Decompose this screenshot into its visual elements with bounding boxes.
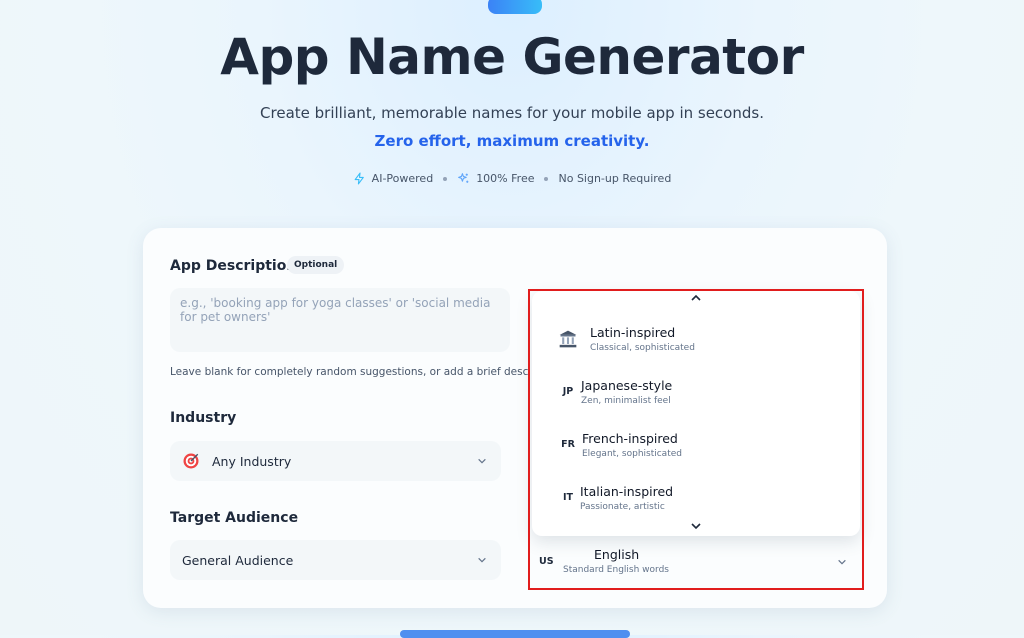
language-name: English xyxy=(594,547,640,562)
subtitle-accent: Zero effort, maximum creativity. xyxy=(374,132,650,150)
scroll-down-icon[interactable] xyxy=(688,520,704,532)
feature-label: 100% Free xyxy=(476,172,535,185)
option-name: French-inspired xyxy=(582,431,678,446)
classical-building-icon xyxy=(559,330,577,348)
language-option-italian[interactable]: IT Italian-inspired Passionate, artistic xyxy=(556,480,846,520)
option-name: Italian-inspired xyxy=(580,484,674,499)
language-dropdown: Latin-inspired Classical, sophisticated … xyxy=(532,291,860,536)
option-code: IT xyxy=(562,492,573,503)
app-description-label: App Description xyxy=(170,258,297,274)
language-desc: Standard English words xyxy=(563,565,669,575)
lightning-icon xyxy=(354,172,364,185)
option-desc: Classical, sophisticated xyxy=(590,343,695,353)
optional-badge: Optional xyxy=(287,256,345,274)
option-code: JP xyxy=(562,386,574,397)
page-title: App Name Generator xyxy=(220,28,804,86)
separator-dot xyxy=(443,176,448,181)
feature-list: AI-Powered 100% Free No Sign-up Required xyxy=(0,172,1024,185)
target-audience-select[interactable]: General Audience xyxy=(170,540,501,580)
language-option-french[interactable]: FR French-inspired Elegant, sophisticate… xyxy=(556,427,846,467)
language-select[interactable]: US English Standard English words xyxy=(529,540,862,588)
option-desc: Passionate, artistic xyxy=(580,502,665,512)
target-icon xyxy=(183,453,199,469)
chevron-down-icon xyxy=(838,559,846,565)
option-desc: Elegant, sophisticated xyxy=(582,449,682,459)
target-audience-label: Target Audience xyxy=(170,510,299,526)
description-hint: Leave blank for completely random sugges… xyxy=(170,366,528,378)
separator-dot xyxy=(544,176,549,181)
feature-no-signup: No Sign-up Required xyxy=(558,172,671,185)
option-name: Latin-inspired xyxy=(590,325,676,340)
industry-label: Industry xyxy=(170,410,237,426)
industry-select[interactable]: Any Industry xyxy=(170,441,501,481)
feature-free: 100% Free xyxy=(457,172,534,185)
option-desc: Zen, minimalist feel xyxy=(581,396,671,406)
industry-value: Any Industry xyxy=(212,453,292,469)
feature-label: No Sign-up Required xyxy=(558,172,672,185)
option-name: Japanese-style xyxy=(581,378,673,393)
language-code: US xyxy=(539,556,554,567)
app-description-input[interactable] xyxy=(170,288,510,352)
top-accent-tab xyxy=(488,0,542,14)
option-code: FR xyxy=(561,439,575,450)
audience-value: General Audience xyxy=(182,552,294,568)
sparkle-icon xyxy=(458,173,469,183)
language-option-latin[interactable]: Latin-inspired Classical, sophisticated xyxy=(556,321,846,361)
subtitle-text: Create brilliant, memorable names for yo… xyxy=(260,104,764,122)
language-option-japanese[interactable]: JP Japanese-style Zen, minimalist feel xyxy=(556,374,846,414)
generate-button-edge[interactable] xyxy=(400,630,630,638)
feature-ai-powered: AI-Powered xyxy=(353,172,434,185)
chevron-down-icon xyxy=(478,458,486,464)
feature-label: AI-Powered xyxy=(371,172,434,185)
page-subtitle: Create brilliant, memorable names for yo… xyxy=(240,99,784,155)
chevron-down-icon xyxy=(478,557,486,563)
scroll-up-icon[interactable] xyxy=(688,292,704,304)
